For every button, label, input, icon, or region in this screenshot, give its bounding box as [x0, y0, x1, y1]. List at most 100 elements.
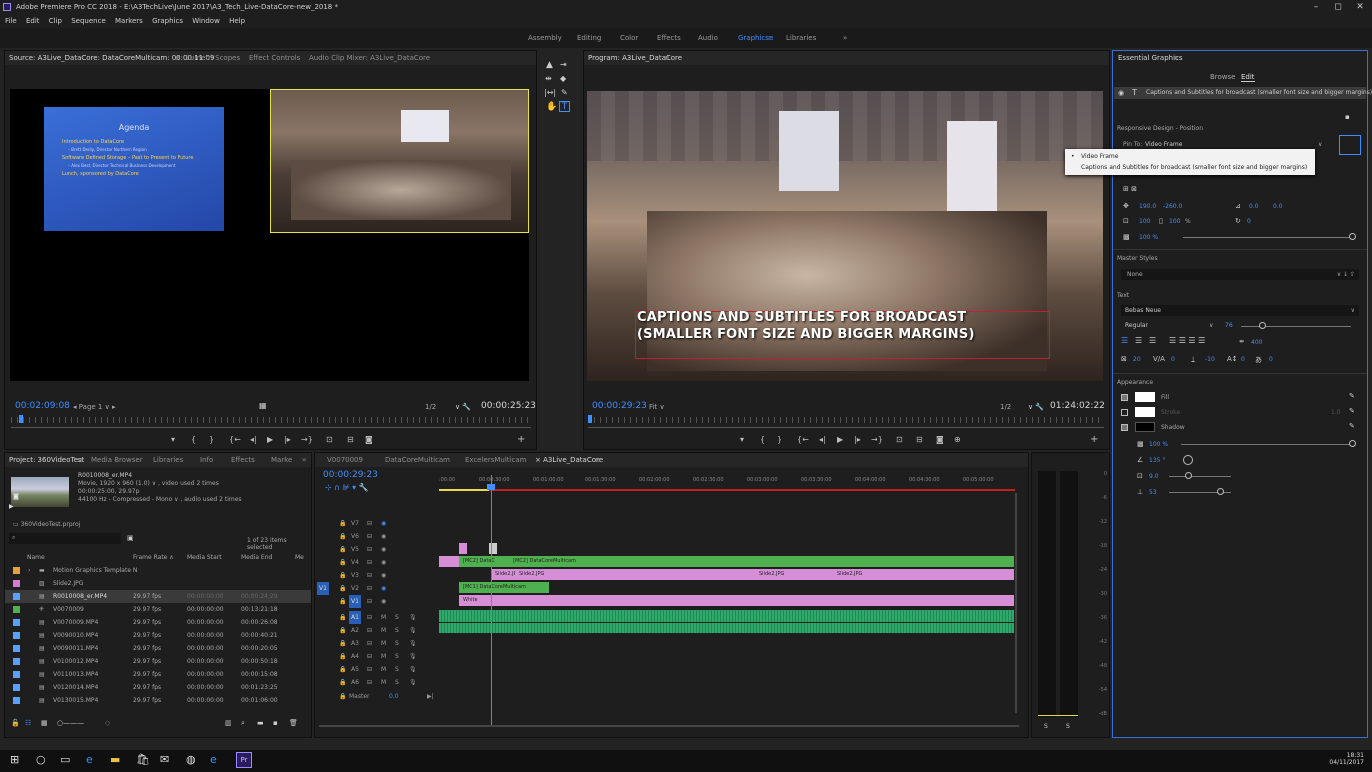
lock-icon[interactable]: 🔒	[339, 530, 346, 543]
align-right-icon[interactable]: ☰	[1149, 336, 1156, 345]
menu-file[interactable]: File	[5, 17, 17, 25]
align-left-icon[interactable]: ☰	[1121, 336, 1128, 345]
anchor-y[interactable]: 0.0	[1273, 203, 1283, 210]
mute-button[interactable]: M	[381, 611, 386, 624]
sync-icon[interactable]: ⊟	[367, 676, 372, 689]
step-forward-icon[interactable]: |▸	[854, 435, 861, 444]
tab-sequence-datacore[interactable]: DataCoreMulticam	[385, 453, 450, 467]
add-marker-icon[interactable]: ▾	[740, 435, 744, 444]
add-marker-icon[interactable]: ▾	[171, 435, 175, 444]
list-item[interactable]: ▤ V0090010.MP4 29.97 fps 00:00:00:00 00:…	[5, 629, 311, 642]
opacity-slider[interactable]	[1183, 237, 1351, 238]
label-color-swatch[interactable]	[13, 632, 20, 639]
track-header-v3[interactable]: 🔒 V3 ⊟ ◉	[315, 569, 439, 582]
label-color-swatch[interactable]	[13, 671, 20, 678]
source-scale-select[interactable]: 1/2	[425, 403, 436, 411]
timeline-clip[interactable]: Slide2.JPG	[755, 569, 833, 580]
dropdown-option-video-frame[interactable]: • Video Frame	[1065, 151, 1315, 162]
col-name[interactable]: Name	[27, 552, 45, 564]
col-more[interactable]: Me	[295, 552, 304, 564]
track-header-a2[interactable]: 🔒 A2 ⊟ M S 🎙	[315, 624, 439, 637]
list-item[interactable]: ▨ Slide2.JPG	[5, 577, 311, 590]
list-item[interactable]: ⁜ V0070009 29.97 fps 00:00:00:00 00:13:2…	[5, 603, 311, 616]
lock-icon[interactable]: 🔒	[339, 663, 346, 676]
col-media-end[interactable]: Media End	[241, 552, 272, 564]
label-color-swatch[interactable]	[13, 658, 20, 665]
sync-icon[interactable]: ⊟	[367, 624, 372, 637]
tab-lumetri-scopes[interactable]: Lumetri Scopes	[186, 51, 240, 65]
button-editor-icon[interactable]: +	[1090, 434, 1098, 445]
overwrite-icon[interactable]: ⊟	[347, 435, 354, 444]
lock-icon[interactable]: 🔒	[339, 569, 346, 582]
playhead-handle[interactable]	[487, 484, 495, 490]
font-style-chevron-icon[interactable]: ∨	[1209, 322, 1213, 329]
mic-icon[interactable]: 🎙	[409, 624, 417, 637]
workspace-assembly[interactable]: Assembly	[528, 28, 562, 48]
lift-icon[interactable]: ⊡	[896, 435, 903, 444]
tab-media-browser[interactable]: Media Browser	[91, 453, 143, 467]
tab-info[interactable]: Info	[200, 453, 213, 467]
solo-button[interactable]: S	[395, 650, 399, 663]
rotation-value[interactable]: 0	[1247, 218, 1251, 225]
mark-in-icon[interactable]: {	[760, 435, 765, 444]
go-to-out-icon[interactable]: →}	[871, 435, 883, 444]
master-go-end-icon[interactable]: ▶|	[427, 690, 434, 703]
pin-edges-widget[interactable]	[1339, 135, 1361, 155]
pen-tool-icon[interactable]: ✎	[561, 88, 568, 97]
tab-markers[interactable]: Marke	[271, 453, 292, 467]
position-y[interactable]: -260.0	[1163, 203, 1182, 210]
eye-icon[interactable]: ◉	[381, 556, 386, 569]
thumbnail-play-arrow-icon[interactable]: ▶	[9, 503, 14, 510]
new-item-icon[interactable]: ▪	[273, 719, 278, 727]
mic-icon[interactable]: 🎙	[409, 650, 417, 663]
source-patch-v1[interactable]: V1	[317, 582, 329, 595]
fill-color-swatch[interactable]	[1135, 392, 1155, 402]
export-frame-icon[interactable]: ◙	[365, 435, 373, 444]
font-size-slider[interactable]	[1241, 326, 1351, 327]
label-color-swatch[interactable]	[13, 606, 20, 613]
tab-sequence-v0070009[interactable]: V0070009	[327, 453, 363, 467]
label-color-swatch[interactable]	[13, 684, 20, 691]
slip-tool-icon[interactable]: |↔|	[544, 88, 556, 97]
internet-explorer-icon[interactable]: e	[210, 753, 217, 766]
position-x[interactable]: 190.0	[1139, 203, 1156, 210]
list-view-icon[interactable]: ☷	[25, 719, 31, 727]
tab-sequence-a3live[interactable]: × A3Live_DataCore	[535, 453, 603, 467]
program-wrench-icon[interactable]: ∨ 🔧	[1028, 403, 1044, 411]
list-item[interactable]: ▤ V0110013.MP4 29.97 fps 00:00:00:00 00:…	[5, 668, 311, 681]
icon-view-icon[interactable]: ▦	[41, 719, 48, 727]
timeline-clip[interactable]: [MC2] DataCoreMulticam	[509, 556, 1014, 567]
razor-tool-icon[interactable]: ◆	[560, 74, 566, 83]
solo-right-button[interactable]: S	[1066, 723, 1070, 730]
tab-browse[interactable]: Browse	[1210, 73, 1236, 81]
scale-value[interactable]: 100	[1139, 218, 1150, 225]
menu-graphics[interactable]: Graphics	[152, 17, 183, 25]
workspace-audio[interactable]: Audio	[698, 28, 718, 48]
list-item[interactable]: ▤ V0070009.MP4 29.97 fps 00:00:00:00 00:…	[5, 616, 311, 629]
tab-edit[interactable]: Edit	[1241, 73, 1255, 82]
ripple-edit-icon[interactable]: ⇹	[545, 74, 552, 83]
eye-icon[interactable]: ◉	[381, 530, 386, 543]
menu-sequence[interactable]: Sequence	[71, 17, 106, 25]
timeline-clip[interactable]: Slide2.JPG	[491, 569, 515, 580]
track-header-v1[interactable]: 🔒 V1 ⊟ ◉	[315, 595, 439, 608]
label-color-swatch[interactable]	[13, 645, 20, 652]
solo-button[interactable]: S	[395, 624, 399, 637]
lock-icon[interactable]: 🔒	[339, 595, 346, 608]
play-icon[interactable]: ▶	[837, 435, 843, 444]
source-playhead[interactable]	[19, 415, 23, 423]
lock-icon[interactable]: 🔒	[339, 637, 346, 650]
edge-browser-icon[interactable]: e	[86, 753, 93, 766]
menu-markers[interactable]: Markers	[115, 17, 143, 25]
leading-value[interactable]: 20	[1133, 356, 1141, 363]
thumbnail-play-icon[interactable]: ◙	[13, 493, 19, 500]
menu-window[interactable]: Window	[192, 17, 220, 25]
program-timecode[interactable]: 00:00:29:23	[592, 401, 647, 411]
kerning-value[interactable]: 0	[1171, 356, 1175, 363]
shadow-opacity-knob[interactable]	[1349, 440, 1356, 447]
tab-source[interactable]: Source: A3Live_DataCore: DataCoreMultica…	[9, 51, 214, 65]
sync-icon[interactable]: ⊟	[367, 663, 372, 676]
eye-icon[interactable]: ◉	[381, 595, 386, 608]
insert-icon[interactable]: ⊡	[326, 435, 333, 444]
sync-icon[interactable]: ⊟	[367, 543, 372, 556]
